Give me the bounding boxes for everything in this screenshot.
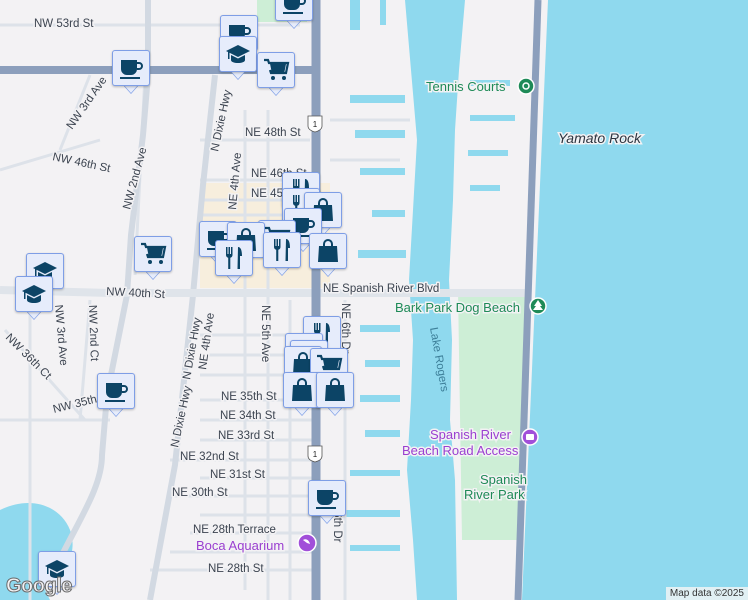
cart-icon [262,56,290,84]
map-marker-school[interactable] [15,276,53,322]
svg-text:Tennis Courts: Tennis Courts [426,79,506,94]
coffee-icon [313,484,341,512]
map-attribution[interactable]: Map data ©2025 [665,587,748,600]
street-label: NE Spanish River Blvd [323,283,439,295]
poi-tennis-courts[interactable]: Tennis Courts [425,77,535,96]
street-label: NE 5th Ave [259,305,271,362]
google-logo: Google [6,575,73,598]
map-marker-coffee[interactable] [308,480,346,526]
map-marker-restaurant[interactable] [215,240,253,286]
svg-text:Boca Aquarium: Boca Aquarium [196,538,284,553]
shopping-icon [321,376,349,404]
street-label: NW 3rd Ave [52,304,69,366]
spanish-river-park [458,290,528,540]
street-label: NE 48th St [245,127,301,139]
coffee-icon [280,0,308,17]
cart-icon [139,240,167,268]
nw-40th-st [0,286,530,297]
street-label: NE 34th St [220,410,276,422]
street-label: NW 2nd Ave [121,146,149,211]
map-marker-coffee[interactable] [97,373,135,419]
street-label: NE 32nd St [180,451,240,463]
map-marker-school[interactable] [219,36,257,82]
map-marker-shopping[interactable] [309,233,347,279]
map-marker-cart[interactable] [257,52,295,98]
street-label: NW 40th St [106,286,166,301]
street-label: NE 31st St [210,469,266,481]
map-marker-coffee[interactable] [275,0,313,31]
shopping-icon [314,237,342,265]
coffee-icon [102,377,130,405]
map-marker-cart[interactable] [134,236,172,282]
poi-boca-aquarium[interactable]: Boca Aquarium [195,533,317,555]
map-marker-coffee[interactable] [112,50,150,96]
svg-text:Beach Road Access: Beach Road Access [402,443,519,458]
coffee-icon [117,54,145,82]
street-label: NE 35th St [221,391,277,403]
ocean [522,0,748,600]
school-icon [20,280,48,308]
street-label: NW 53rd St [34,18,94,30]
route-1-shield: 1 [307,115,323,133]
svg-text:Spanish River: Spanish River [430,427,512,442]
svg-text:1: 1 [313,120,318,129]
school-icon [224,40,252,68]
street-label: NW 2nd Ct [86,305,100,362]
map-marker-shopping[interactable] [316,372,354,418]
street-label: NE 33rd St [218,430,275,442]
svg-text:1: 1 [313,450,318,459]
svg-text:Spanish: Spanish [480,472,527,487]
svg-text:Bark Park Dog Beach: Bark Park Dog Beach [395,300,520,315]
shopping-icon [288,376,316,404]
restaurant-icon [268,236,296,264]
street-label: NE 28th Terrace [193,524,276,536]
street-label: NE 30th St [172,487,228,499]
restaurant-icon [220,244,248,272]
svg-text:River Park: River Park [464,487,525,502]
street-label: NW 36th Ct [3,332,54,383]
route-1-shield: 1 [307,445,323,463]
street-label: NE 28th St [208,563,264,575]
street-label: NW 46th St [51,151,112,175]
yamato-rock-label: Yamato Rock [558,130,642,146]
street-label: N Dixie Hwy [169,385,194,449]
map-marker-restaurant[interactable] [263,232,301,278]
